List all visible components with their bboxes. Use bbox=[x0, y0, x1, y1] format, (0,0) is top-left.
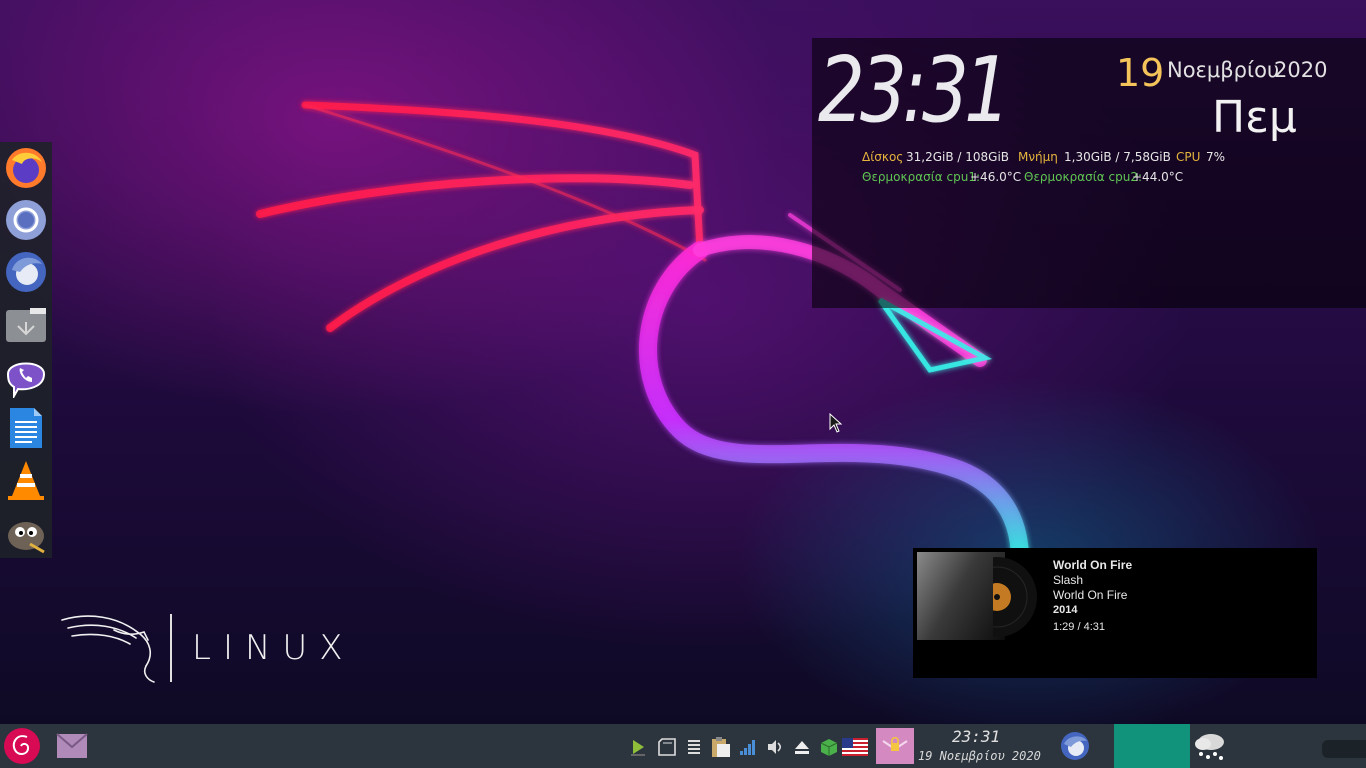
logo-separator bbox=[170, 614, 172, 682]
thunderbird-icon bbox=[6, 252, 46, 292]
conky-weekday: Πεμ bbox=[1212, 92, 1297, 143]
memory-label: Μνήμη bbox=[1018, 150, 1058, 164]
track-position: 1:29 / 4:31 bbox=[1053, 621, 1105, 633]
active-task-button[interactable] bbox=[1114, 724, 1190, 768]
firefox-launcher[interactable] bbox=[4, 146, 48, 190]
show-desktop-button[interactable] bbox=[1322, 740, 1366, 758]
taskbar-clock-time[interactable]: 23:31 bbox=[952, 727, 1000, 746]
logo-text: LINUX bbox=[192, 628, 355, 668]
conky-year: 2020 bbox=[1274, 58, 1328, 82]
battery-list-icon bbox=[688, 740, 700, 754]
memory-value: 1,30GiB / 7,58GiB bbox=[1064, 150, 1171, 164]
keyboard-layout-tray-button[interactable] bbox=[840, 735, 870, 759]
gimp-launcher[interactable] bbox=[4, 510, 48, 554]
chromium-icon bbox=[6, 200, 46, 240]
speaker-icon bbox=[768, 740, 782, 754]
text-editor-icon bbox=[10, 408, 42, 448]
vlc-icon bbox=[8, 461, 44, 500]
cpu-value: 7% bbox=[1206, 150, 1226, 164]
sd-card-tray-button[interactable] bbox=[656, 736, 678, 758]
gimp-icon bbox=[8, 522, 45, 554]
taskbar: 23:31 19 Νοεμβρίου 2020 bbox=[0, 724, 1366, 768]
weather-tray-button[interactable] bbox=[1192, 728, 1228, 764]
media-player-widget: World On Fire Slash World On Fire 2014 1… bbox=[913, 548, 1317, 678]
package-updater-tray-button[interactable] bbox=[817, 735, 841, 759]
eject-tray-button[interactable] bbox=[791, 736, 813, 758]
debian-swirl-icon bbox=[4, 728, 40, 764]
network-tray-button[interactable] bbox=[737, 736, 759, 758]
firefox-icon bbox=[6, 148, 46, 188]
thunderbird-icon bbox=[1061, 732, 1089, 760]
temp-cpu2-value: +44.0°C bbox=[1132, 170, 1184, 184]
track-year: 2014 bbox=[1053, 604, 1078, 616]
viber-icon bbox=[6, 362, 46, 398]
thunderbird-launcher[interactable] bbox=[4, 250, 48, 294]
us-flag-icon bbox=[842, 738, 868, 756]
viber-launcher[interactable] bbox=[4, 354, 48, 398]
media-play-tray-button[interactable] bbox=[628, 736, 648, 758]
eject-icon bbox=[795, 741, 809, 754]
mail-app-button[interactable] bbox=[55, 730, 89, 762]
start-menu-button[interactable] bbox=[2, 726, 42, 766]
disk-label: Δίσκος bbox=[862, 150, 904, 164]
conky-day: 19 bbox=[1116, 51, 1165, 95]
signal-bars-icon bbox=[740, 740, 755, 755]
package-box-icon bbox=[820, 739, 838, 756]
taskbar-clock-date[interactable]: 19 Νοεμβρίου 2020 bbox=[918, 749, 1041, 763]
chromium-launcher[interactable] bbox=[4, 198, 48, 242]
mail-notifier-tray-button[interactable] bbox=[876, 728, 914, 764]
temp-cpu1-value: +46.0°C bbox=[970, 170, 1022, 184]
conky-panel: 23:31 19 Νοεμβρίου 2020 Πεμ Δίσκος 31,2G… bbox=[812, 38, 1366, 308]
file-manager-icon bbox=[6, 308, 46, 342]
play-icon bbox=[631, 740, 645, 756]
conky-clock-time: 23:31 bbox=[818, 38, 1011, 143]
clipboard-tray-button[interactable] bbox=[709, 734, 733, 760]
sd-card-icon bbox=[658, 738, 676, 756]
vinyl-record-icon bbox=[993, 557, 1037, 637]
disk-value: 31,2GiB / 108GiB bbox=[906, 150, 1010, 164]
volume-tray-button[interactable] bbox=[764, 736, 786, 758]
conky-month: Νοεμβρίου bbox=[1167, 58, 1280, 82]
album-art bbox=[917, 552, 1005, 640]
application-dock bbox=[0, 142, 52, 558]
temp-cpu1-label: Θερμοκρασία cpu1: bbox=[862, 170, 981, 184]
storage-tray-button[interactable] bbox=[683, 736, 705, 758]
cpu-label: CPU bbox=[1176, 150, 1201, 164]
vlc-launcher[interactable] bbox=[4, 458, 48, 502]
file-manager-launcher[interactable] bbox=[4, 302, 48, 346]
track-title: World On Fire bbox=[1053, 558, 1133, 572]
envelope-icon bbox=[56, 733, 88, 758]
clipboard-icon bbox=[712, 737, 730, 757]
thunderbird-task-button[interactable] bbox=[1058, 728, 1092, 764]
mouse-cursor-icon bbox=[829, 413, 843, 433]
lock-envelope-icon bbox=[882, 736, 908, 751]
text-editor-launcher[interactable] bbox=[4, 406, 48, 450]
snow-cloud-icon bbox=[1195, 734, 1224, 760]
temp-cpu2-label: Θερμοκρασία cpu2: bbox=[1024, 170, 1143, 184]
track-album: World On Fire bbox=[1053, 588, 1128, 602]
track-artist: Slash bbox=[1053, 573, 1084, 587]
